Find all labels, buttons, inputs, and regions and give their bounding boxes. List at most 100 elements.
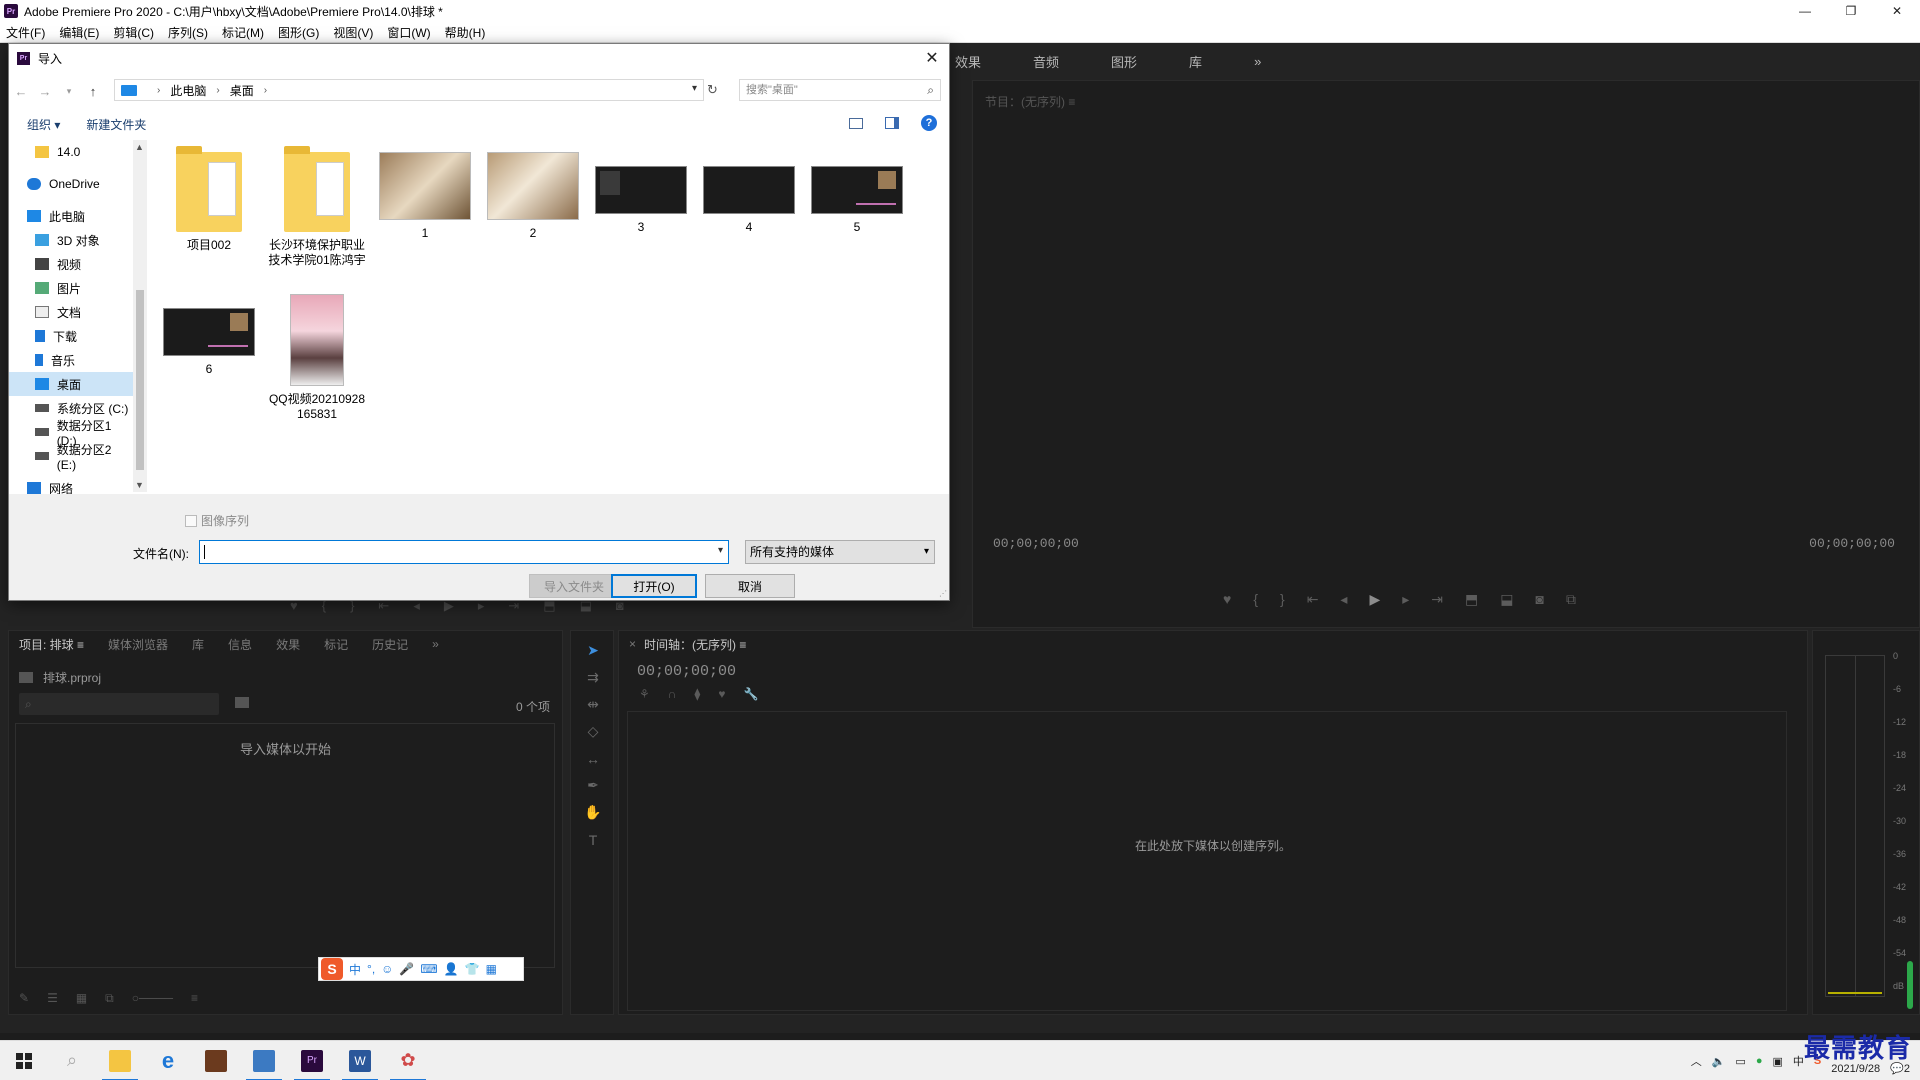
tree-item-onedrive[interactable]: OneDrive	[9, 172, 133, 196]
network-tray-icon[interactable]: ▭	[1735, 1055, 1745, 1068]
preview-pane-icon[interactable]	[885, 117, 899, 129]
tab-effects[interactable]: 效果	[276, 636, 300, 653]
pen-tool-icon[interactable]: ✒	[571, 772, 615, 799]
up-folder-icon[interactable]: ↑	[81, 84, 105, 99]
tree-item-documents[interactable]: 文档	[9, 300, 133, 324]
file-item-folder[interactable]: 项目002	[159, 146, 259, 253]
tree-item-this-pc[interactable]: 此电脑	[9, 204, 133, 228]
ime-keyboard-icon[interactable]: ⌨	[420, 962, 437, 976]
filename-dropdown-icon[interactable]: ▾	[718, 545, 723, 556]
file-item-image[interactable]: 3	[591, 152, 691, 235]
file-item-image[interactable]: 5	[807, 152, 907, 235]
menu-file[interactable]: 文件(F)	[6, 24, 45, 41]
recent-dropdown-icon[interactable]: ▾	[57, 86, 81, 97]
meter-scroll-handle[interactable]	[1907, 961, 1913, 1009]
new-folder-button[interactable]: 新建文件夹	[86, 116, 146, 133]
close-timeline-icon[interactable]: ×	[629, 637, 636, 651]
scroll-thumb[interactable]	[136, 290, 144, 470]
program-monitor-title[interactable]: 节目：(无序列) ≡	[985, 93, 1075, 110]
tree-item-downloads[interactable]: 下载	[9, 324, 133, 348]
sogou-logo-icon[interactable]: S	[321, 958, 343, 980]
new-bin-icon[interactable]	[235, 697, 249, 708]
tree-scrollbar[interactable]: ▲ ▼	[133, 140, 147, 492]
ime-emoji-icon[interactable]: ☺	[381, 962, 393, 976]
scroll-down-icon[interactable]: ▼	[135, 480, 144, 490]
ime-voice-icon[interactable]: 🎤	[399, 962, 414, 976]
wrench-icon[interactable]: 🔧	[743, 687, 758, 701]
resize-grip-icon[interactable]: ⋰	[939, 589, 947, 598]
search-input[interactable]: 搜索"桌面" ⌕	[739, 79, 941, 101]
timeline-timecode[interactable]: 00;00;00;00	[637, 663, 736, 680]
tree-item-3d-objects[interactable]: 3D 对象	[9, 228, 133, 252]
back-icon[interactable]: ←	[9, 84, 33, 99]
ime-tools-icon[interactable]: ▦	[486, 962, 497, 976]
compare-icon[interactable]: ⧉	[1566, 591, 1576, 608]
tree-item-14[interactable]: 14.0	[9, 140, 133, 164]
type-tool-icon[interactable]: T	[571, 826, 615, 853]
menu-clip[interactable]: 剪辑(C)	[113, 24, 154, 41]
taskbar-premiere[interactable]: Pr	[288, 1041, 336, 1080]
search-icon[interactable]: ⌕	[927, 80, 934, 100]
menu-view[interactable]: 视图(V)	[333, 24, 373, 41]
refresh-icon[interactable]: ↻	[707, 82, 718, 98]
selection-tool-icon[interactable]: ➤	[571, 637, 615, 664]
address-dropdown-icon[interactable]: ▾	[692, 83, 697, 94]
menu-edit[interactable]: 编辑(E)	[59, 24, 99, 41]
start-button[interactable]	[0, 1041, 48, 1080]
maximize-button[interactable]: ❐	[1828, 0, 1874, 22]
dialog-close-button[interactable]: ✕	[921, 47, 943, 69]
workspace-tab-audio[interactable]: 音频	[1033, 52, 1059, 71]
tree-item-pictures[interactable]: 图片	[9, 276, 133, 300]
workspace-tab-effects[interactable]: 效果	[955, 52, 981, 71]
nest-icon[interactable]: ⚘	[639, 687, 650, 701]
file-item-image[interactable]: 4	[699, 152, 799, 235]
breadcrumb-desktop[interactable]: 桌面	[230, 82, 254, 99]
hand-tool-icon[interactable]: ✋	[571, 799, 615, 826]
file-type-select[interactable]: 所有支持的媒体 ▾	[745, 540, 935, 564]
pen-icon[interactable]: ✎	[19, 991, 29, 1006]
freeform-view-icon[interactable]: ⧉	[105, 991, 114, 1006]
export-frame-icon[interactable]: ◙	[1535, 591, 1543, 608]
tree-item-desktop[interactable]: 桌面	[9, 372, 133, 396]
address-bar[interactable]: › 此电脑 › 桌面 › ▾	[114, 79, 704, 101]
zoom-slider[interactable]: ○────	[132, 991, 173, 1006]
go-to-out-icon[interactable]: ⇥	[1431, 591, 1443, 608]
help-icon[interactable]: ?	[921, 115, 937, 131]
file-item-image[interactable]: 2	[483, 152, 583, 241]
open-button[interactable]: 打开(O)	[611, 574, 697, 598]
menu-markers[interactable]: 标记(M)	[222, 24, 264, 41]
track-select-tool-icon[interactable]: ⇉	[571, 664, 615, 691]
filename-input[interactable]: ▾	[199, 540, 729, 564]
tab-history[interactable]: 历史记	[372, 636, 408, 653]
project-drop-area[interactable]	[15, 723, 555, 968]
menu-sequence[interactable]: 序列(S)	[168, 24, 208, 41]
slip-tool-icon[interactable]: ↔	[571, 745, 615, 772]
sort-icon[interactable]: ≡	[191, 991, 198, 1006]
ripple-edit-tool-icon[interactable]: ⇹	[571, 691, 615, 718]
razor-tool-icon[interactable]: ◇	[571, 718, 615, 745]
image-sequence-checkbox[interactable]: 图像序列	[185, 512, 249, 529]
mark-out-icon[interactable]: }	[1280, 591, 1285, 608]
playhead-timecode[interactable]: 00;00;00;00	[993, 536, 1079, 551]
tabs-overflow-icon[interactable]: »	[432, 637, 439, 651]
ime-punctuation-icon[interactable]: °,	[367, 962, 375, 976]
taskbar-app-3[interactable]: ✿	[384, 1041, 432, 1080]
tree-item-music[interactable]: 音乐	[9, 348, 133, 372]
tab-markers[interactable]: 标记	[324, 636, 348, 653]
search-button[interactable]: ⌕	[48, 1041, 96, 1080]
taskbar-edge[interactable]: e	[144, 1041, 192, 1080]
timeline-marker-icon[interactable]: ♥	[718, 687, 725, 701]
minimize-button[interactable]: —	[1782, 0, 1828, 22]
file-item-video[interactable]: QQ视频20210928165831	[267, 294, 367, 422]
ime-chinese-mode[interactable]: 中	[349, 961, 361, 978]
mark-in-icon[interactable]: {	[1253, 591, 1258, 608]
taskbar-app-2[interactable]	[240, 1041, 288, 1080]
taskbar-app-1[interactable]	[192, 1041, 240, 1080]
file-item-image[interactable]: 1	[375, 152, 475, 241]
tab-timeline[interactable]: 时间轴：(无序列) ≡	[644, 636, 746, 653]
checkbox-box[interactable]	[185, 514, 197, 527]
ime-skin-icon[interactable]: 👕	[465, 962, 480, 976]
breadcrumb-this-pc[interactable]: 此电脑	[170, 82, 206, 99]
tab-libraries[interactable]: 库	[192, 636, 204, 653]
step-forward-icon[interactable]: ▸	[1402, 591, 1409, 608]
